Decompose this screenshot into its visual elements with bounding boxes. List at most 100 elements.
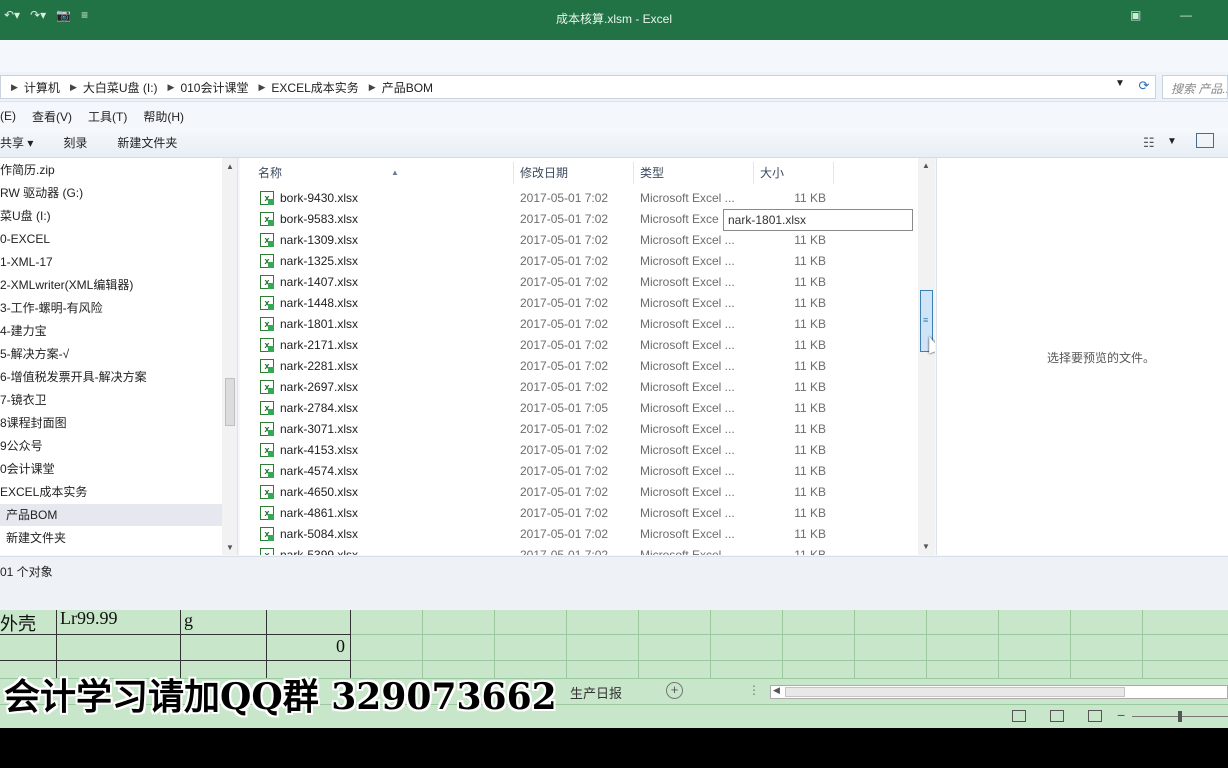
column-header-type[interactable]: 类型 <box>634 162 754 184</box>
file-row[interactable]: x nark-3071.xlsx 2017-05-01 7:02 Microsoft … <box>240 419 920 440</box>
minimize-icon[interactable]: — <box>1180 8 1192 22</box>
preview-pane-icon[interactable] <box>1196 133 1214 148</box>
nav-tree-item[interactable]: 菜U盘 (I:) <box>0 205 222 227</box>
breadcrumb[interactable]: ▶ 计算机 ▶ 大白菜U盘 (I:) ▶ 010会计课堂 ▶ EXCEL成本实务… <box>0 75 1156 99</box>
nav-tree-item[interactable]: 新建文件夹 <box>0 527 222 549</box>
cell-spec[interactable]: Lr99.99 <box>60 610 118 629</box>
file-row[interactable]: x nark-4153.xlsx 2017-05-01 7:02 Microsoft … <box>240 440 920 461</box>
cell-unit[interactable]: g <box>184 610 193 631</box>
file-row[interactable]: x nark-4574.xlsx 2017-05-01 7:02 Microsoft … <box>240 461 920 482</box>
nav-tree-item[interactable]: 5-解决方案-√ <box>0 343 222 365</box>
file-size: 11 KB <box>794 443 826 457</box>
file-size: 11 KB <box>794 275 826 289</box>
breadcrumb-item[interactable]: 产品BOM <box>382 79 433 96</box>
search-input[interactable]: 搜索 产品... <box>1162 75 1228 99</box>
breadcrumb-item[interactable]: 计算机 <box>24 79 60 96</box>
file-row[interactable]: x nark-1801.xlsx 2017-05-01 7:02 Microsoft … <box>240 314 920 335</box>
zoom-slider-thumb[interactable] <box>1178 711 1182 722</box>
nav-tree-item[interactable]: 3-工作-螺明-有风险 <box>0 297 222 319</box>
nav-tree-item[interactable]: 作简历.zip <box>0 159 222 181</box>
scroll-up-icon[interactable]: ▲ <box>922 161 930 170</box>
scrollbar-thumb[interactable] <box>225 378 235 426</box>
normal-view-icon[interactable] <box>1012 710 1026 722</box>
file-row[interactable]: x nark-1448.xlsx 2017-05-01 7:02 Microsoft … <box>240 293 920 314</box>
excel-file-icon: x <box>260 506 274 520</box>
menu-tools[interactable]: 工具(T) <box>88 108 127 125</box>
refresh-icon[interactable]: ⟳ <box>1133 74 1155 98</box>
file-row[interactable]: x nark-1309.xlsx 2017-05-01 7:02 Microsoft … <box>240 230 920 251</box>
file-size: 11 KB <box>794 485 826 499</box>
nav-tree-item[interactable]: EXCEL成本实务 <box>0 481 222 503</box>
nav-tree-item[interactable]: 1-XML-17 <box>0 251 222 273</box>
nav-tree-item[interactable]: 9公众号 <box>0 435 222 457</box>
cell-value[interactable]: 0 <box>336 636 345 657</box>
file-name: nark-2697.xlsx <box>280 380 359 394</box>
file-row[interactable]: x nark-4650.xlsx 2017-05-01 7:02 Microsoft … <box>240 482 920 503</box>
chevron-right-icon: ▶ <box>69 81 77 92</box>
column-header-size[interactable]: 大小 <box>754 162 834 184</box>
file-row[interactable]: x nark-2697.xlsx 2017-05-01 7:02 Microsoft … <box>240 377 920 398</box>
nav-tree-item[interactable]: 产品BOM <box>0 504 222 526</box>
breadcrumb-item[interactable]: 010会计课堂 <box>180 79 248 96</box>
filename-tooltip: nark-1801.xlsx <box>723 209 913 231</box>
file-row[interactable]: x nark-4861.xlsx 2017-05-01 7:02 Microsoft … <box>240 503 920 524</box>
sheet-tab[interactable]: 生产日报 <box>570 683 622 702</box>
horizontal-scrollbar[interactable]: ◀ <box>770 685 1228 699</box>
file-row[interactable]: x nark-1407.xlsx 2017-05-01 7:02 Microsoft … <box>240 272 920 293</box>
file-date: 2017-05-01 7:02 <box>520 422 609 436</box>
nav-pane-scrollbar[interactable]: ▲ ▼ <box>222 158 237 555</box>
file-name: nark-1801.xlsx <box>280 317 359 331</box>
nav-tree-item[interactable]: 0会计课堂 <box>0 458 222 480</box>
menu-edit[interactable]: (E) <box>0 109 16 123</box>
file-name: nark-3071.xlsx <box>280 422 359 436</box>
scroll-up-icon[interactable]: ▲ <box>226 162 234 171</box>
breadcrumb-item[interactable]: 大白菜U盘 (I:) <box>83 79 158 96</box>
cell-part-name[interactable]: 外壳 <box>0 610 36 636</box>
nav-tree-item[interactable]: 0-EXCEL <box>0 228 222 250</box>
breadcrumb-item[interactable]: EXCEL成本实务 <box>271 79 358 96</box>
nav-tree-item[interactable]: 8课程封面图 <box>0 412 222 434</box>
file-row[interactable]: x nark-2281.xlsx 2017-05-01 7:02 Microsoft … <box>240 356 920 377</box>
file-type: Microsoft Excel ... <box>640 464 735 478</box>
menu-help[interactable]: 帮助(H) <box>143 108 184 125</box>
file-row[interactable]: x nark-2171.xlsx 2017-05-01 7:02 Microsoft … <box>240 335 920 356</box>
file-row[interactable]: x nark-5084.xlsx 2017-05-01 7:02 Microsoft … <box>240 524 920 545</box>
zoom-out-icon[interactable]: − <box>1117 707 1125 723</box>
nav-tree-item[interactable]: 6-增值税发票开具-解决方案 <box>0 366 222 388</box>
excel-file-icon: x <box>260 317 274 331</box>
new-folder-button[interactable]: 新建文件夹 <box>117 134 177 151</box>
tab-splitter-icon[interactable]: ⋮ <box>748 683 760 697</box>
file-row[interactable]: x bork-9430.xlsx 2017-05-01 7:02 Microsoft … <box>240 188 920 209</box>
file-row[interactable]: x nark-2784.xlsx 2017-05-01 7:05 Microsoft … <box>240 398 920 419</box>
add-sheet-icon[interactable]: + <box>666 682 683 699</box>
file-date: 2017-05-01 7:02 <box>520 296 609 310</box>
file-name: nark-2171.xlsx <box>280 338 359 352</box>
nav-tree-item[interactable]: 4-建力宝 <box>0 320 222 342</box>
file-date: 2017-05-01 7:02 <box>520 380 609 394</box>
nav-tree-item[interactable]: RW 驱动器 (G:) <box>0 182 222 204</box>
column-header-name[interactable]: 名称 ▲ <box>252 162 514 184</box>
burn-button[interactable]: 刻录 <box>63 134 87 151</box>
scroll-left-icon[interactable]: ◀ <box>773 685 780 696</box>
nav-tree-item[interactable]: 7-镜衣卫 <box>0 389 222 411</box>
page-break-preview-icon[interactable] <box>1088 710 1102 722</box>
scrollbar-thumb[interactable] <box>785 687 1125 697</box>
nav-tree-item[interactable]: 2-XMLwriter(XML编辑器) <box>0 274 222 296</box>
file-date: 2017-05-01 7:02 <box>520 443 609 457</box>
chevron-right-icon: ▶ <box>11 81 18 92</box>
ribbon-display-icon[interactable]: ▣ <box>1130 8 1141 22</box>
file-size: 11 KB <box>794 233 826 247</box>
menu-view[interactable]: 查看(V) <box>32 108 72 125</box>
scroll-down-icon[interactable]: ▼ <box>922 542 930 551</box>
file-row[interactable]: x nark-1325.xlsx 2017-05-01 7:02 Microsoft … <box>240 251 920 272</box>
page-layout-icon[interactable] <box>1050 710 1064 722</box>
view-options-icon[interactable]: ☷ <box>1143 135 1155 151</box>
column-header-date[interactable]: 修改日期 <box>514 162 634 184</box>
file-date: 2017-05-01 7:05 <box>520 401 609 415</box>
file-list-scrollbar[interactable]: ▲ ≡ ▼ <box>918 158 935 555</box>
scroll-down-icon[interactable]: ▼ <box>226 543 234 552</box>
file-row[interactable]: x nark-5399.xlsx 2017-05-01 7:02 Microsoft … <box>240 545 920 555</box>
chevron-down-icon[interactable]: ▼ <box>1167 136 1177 147</box>
address-dropdown-icon[interactable]: ▼ <box>1115 78 1125 89</box>
share-button[interactable]: 共享 ▾ <box>0 134 33 151</box>
